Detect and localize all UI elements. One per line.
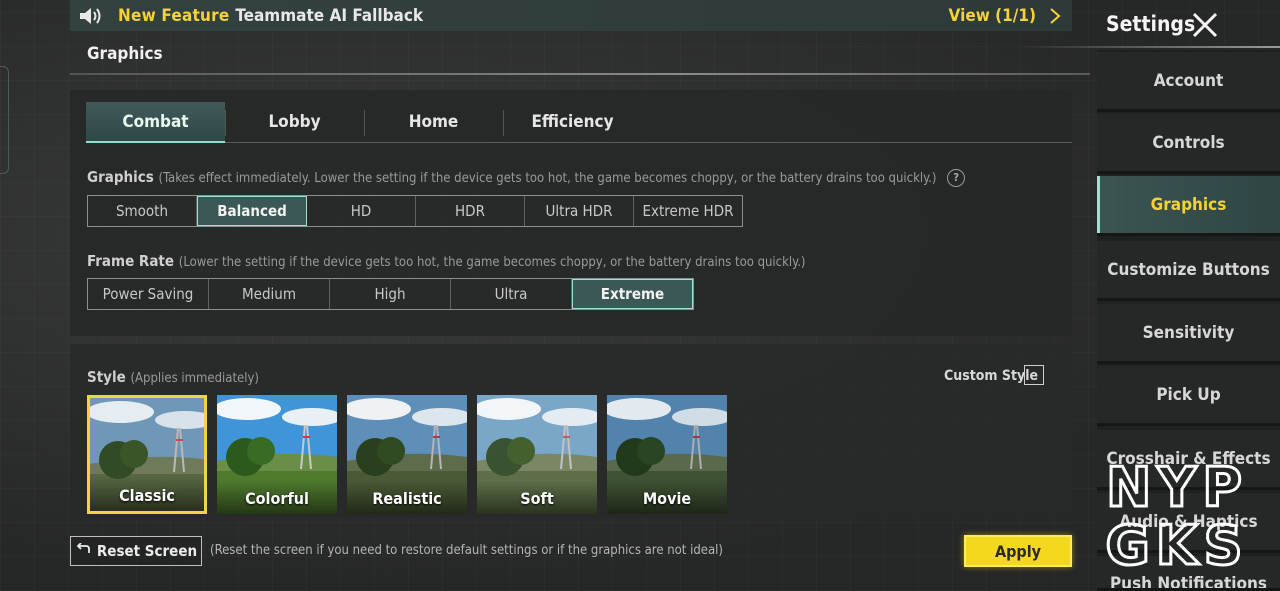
frame-rate-option-medium[interactable]: Medium [209,279,330,309]
frame-rate-label: Frame Rate [87,252,175,270]
sidebar-item-sensitivity[interactable]: Sensitivity [1097,304,1280,364]
tab-lobby[interactable]: Lobby [225,102,364,142]
sidebar-item-pick-up[interactable]: Pick Up [1097,366,1280,426]
style-note: (Applies immediately) [130,371,259,386]
style-name: Soft [520,489,554,508]
reset-screen-button[interactable]: Reset Screen [70,536,202,566]
frame-rate-option-high[interactable]: High [330,279,451,309]
tab-home[interactable]: Home [364,102,503,142]
frame-rate-option-power-saving[interactable]: Power Saving [88,279,209,309]
sidebar-item-account[interactable]: Account [1097,52,1280,112]
style-name: Realistic [372,489,442,508]
graphics-option-extreme-hdr[interactable]: Extreme HDR [634,196,742,226]
announcement-text: Teammate AI Fallback [235,5,424,26]
graphics-quality-options: Smooth Balanced HD HDR Ultra HDR Extreme… [87,195,743,227]
left-edge-handle[interactable] [0,66,9,174]
frame-rate-note: (Lower the setting if the device gets to… [178,255,806,270]
watermark-logo: NYP GKS [1104,458,1248,574]
style-heading: Style (Applies immediately) [87,368,259,386]
undo-icon [75,542,91,559]
frame-rate-options: Power Saving Medium High Ultra Extreme [87,278,694,310]
close-icon[interactable] [1190,10,1220,40]
graphics-option-balanced[interactable]: Balanced [197,196,307,226]
graphics-quality-label: Graphics [87,168,154,186]
divider [70,73,1090,75]
style-option-realistic[interactable]: Realistic [347,395,467,514]
frame-rate-option-extreme[interactable]: Extreme [572,279,693,309]
new-feature-label: New Feature [118,5,230,26]
settings-title: Settings [1106,12,1196,36]
graphics-quality-heading: Graphics (Takes effect immediately. Lowe… [87,168,966,187]
graphics-option-hdr[interactable]: HDR [416,196,525,226]
style-name: Colorful [245,489,309,508]
divider [1020,46,1280,48]
reset-screen-note: (Reset the screen if you need to restore… [210,543,723,558]
style-option-colorful[interactable]: Colorful [217,395,337,514]
page-title: Graphics [87,44,163,64]
sidebar-item-graphics[interactable]: Graphics [1097,176,1280,236]
style-name: Classic [119,486,175,505]
frame-rate-heading: Frame Rate (Lower the setting if the dev… [87,252,805,270]
watermark-line: GKS [1105,514,1248,574]
style-option-soft[interactable]: Soft [477,395,597,514]
view-announcements-link[interactable]: View (1/1) [949,6,1036,26]
style-option-classic[interactable]: Classic [87,395,207,514]
style-name: Movie [642,489,692,508]
tab-combat[interactable]: Combat [86,102,225,143]
sidebar-item-customize-buttons[interactable]: Customize Buttons [1097,241,1280,301]
chevron-right-icon[interactable] [1048,6,1062,30]
watermark-line: NYP [1106,458,1248,519]
custom-style-checkbox[interactable] [1024,365,1044,385]
graphics-quality-note: (Takes effect immediately. Lower the set… [158,171,937,186]
sidebar-item-controls[interactable]: Controls [1097,114,1280,174]
apply-button[interactable]: Apply [964,535,1072,567]
speaker-icon [78,5,104,27]
graphics-option-ultra-hdr[interactable]: Ultra HDR [525,196,634,226]
graphics-option-hd[interactable]: HD [307,196,416,226]
style-option-movie[interactable]: Movie [607,395,727,514]
announcement-bar[interactable]: New Feature Teammate AI Fallback View (1… [70,0,1072,31]
style-label: Style [87,368,126,386]
graphics-option-smooth[interactable]: Smooth [88,196,197,226]
tab-efficiency[interactable]: Efficiency [503,102,642,142]
graphics-tabs: Combat Lobby Home Efficiency [86,102,1072,143]
reset-screen-label: Reset Screen [96,542,198,560]
frame-rate-option-ultra[interactable]: Ultra [451,279,572,309]
help-icon[interactable]: ? [947,168,966,187]
